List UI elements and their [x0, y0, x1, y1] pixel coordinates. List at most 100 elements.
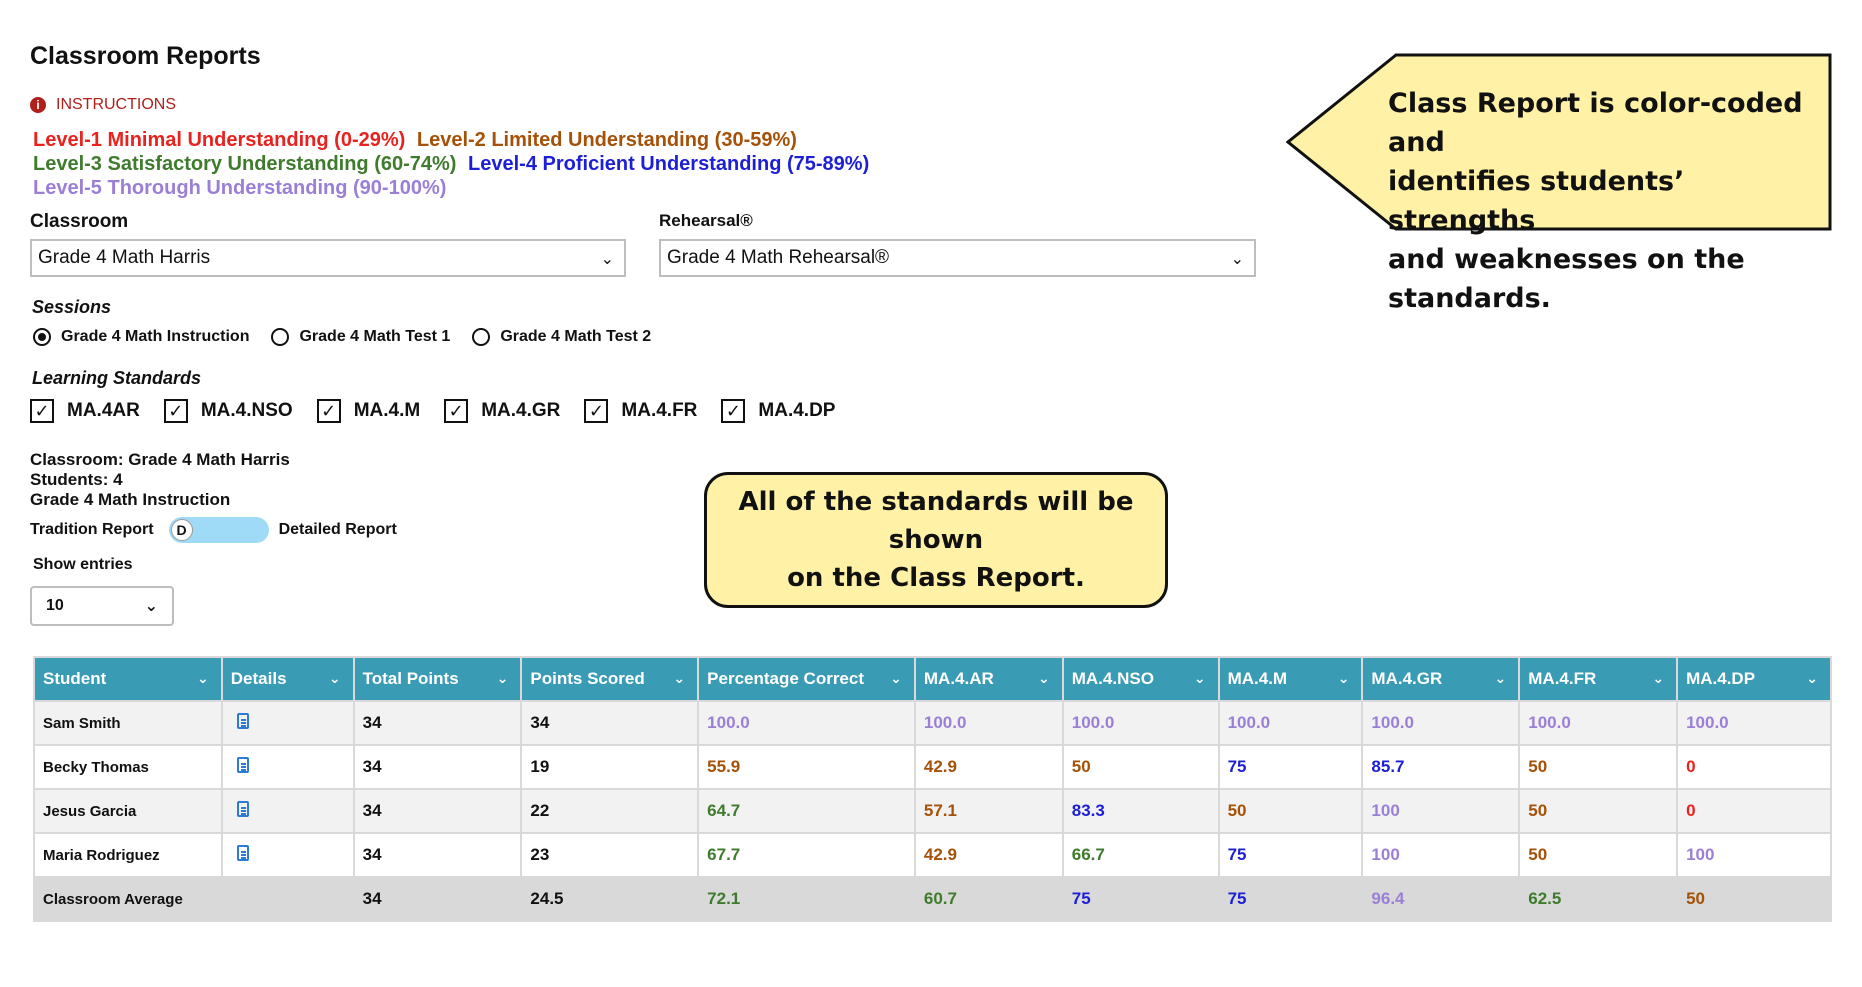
- session-option-test-2[interactable]: Grade 4 Math Test 2: [472, 328, 651, 346]
- checkbox-checked[interactable]: ✓: [163, 399, 188, 423]
- sessions-label: Sessions: [32, 297, 112, 317]
- top-callout-line: and weaknesses on the standards.: [1388, 244, 1745, 314]
- standard-checkbox-nso[interactable]: ✓ MA.4.NSO: [163, 399, 293, 423]
- classroom-select-value: Grade 4 Math Harris: [38, 247, 211, 268]
- standard-label: MA.4.GR: [481, 400, 561, 421]
- rehearsal-select[interactable]: Grade 4 Math Rehearsal® ⌄: [659, 239, 1256, 277]
- sort-chevron-icon[interactable]: ⌄: [1806, 670, 1818, 687]
- sessions-radio-group: Grade 4 Math Instruction Grade 4 Math Te…: [33, 328, 673, 346]
- standard-checkbox-dp[interactable]: ✓ MA.4.DP: [721, 399, 835, 423]
- total-points-cell: 34: [352, 700, 523, 746]
- column-header[interactable]: Points Scored ⌄: [520, 656, 700, 702]
- column-header-label: Student: [43, 669, 107, 688]
- sort-chevron-icon[interactable]: ⌄: [497, 670, 509, 687]
- top-callout-line: identifies students’ strengths: [1388, 166, 1685, 236]
- checkbox-checked[interactable]: ✓: [584, 399, 609, 423]
- score-cell: 85.7: [1361, 744, 1521, 790]
- checkbox-checked[interactable]: ✓: [316, 399, 341, 423]
- middle-callout: All of the standards will be shown on th…: [704, 472, 1168, 608]
- points-scored-cell: 23: [520, 832, 700, 878]
- standard-checkbox-gr[interactable]: ✓ MA.4.GR: [444, 399, 560, 423]
- column-header[interactable]: MA.4.M ⌄: [1217, 656, 1364, 702]
- points-scored-cell: 24.5: [520, 876, 700, 922]
- entries-select-value: 10: [46, 597, 64, 614]
- column-header[interactable]: MA.4.AR ⌄: [913, 656, 1064, 702]
- standard-label: MA.4.DP: [758, 400, 836, 421]
- score-cell: 75: [1217, 744, 1364, 790]
- column-header[interactable]: MA.4.FR ⌄: [1518, 656, 1679, 702]
- column-header[interactable]: MA.4.NSO ⌄: [1061, 656, 1220, 702]
- score-cell: 100.0: [1061, 700, 1220, 746]
- report-type-toggle[interactable]: D: [168, 517, 269, 543]
- standard-label: MA.4.FR: [621, 400, 698, 421]
- sort-chevron-icon[interactable]: ⌄: [329, 670, 341, 687]
- student-name: Jesus Garcia: [33, 788, 223, 834]
- sort-chevron-icon[interactable]: ⌄: [1652, 670, 1664, 687]
- score-cell: 100: [1361, 788, 1521, 834]
- score-cell: 96.4: [1361, 876, 1521, 922]
- score-cell: 42.9: [913, 744, 1064, 790]
- sort-chevron-icon[interactable]: ⌄: [1038, 670, 1050, 687]
- traditional-report-label: Tradition Report: [30, 521, 154, 538]
- rehearsal-label: Rehearsal®: [659, 211, 753, 230]
- score-cell: 50: [1518, 788, 1679, 834]
- learning-standards-label: Learning Standards: [32, 368, 202, 388]
- radio-unselected[interactable]: [271, 328, 290, 346]
- sort-chevron-icon[interactable]: ⌄: [1495, 670, 1507, 687]
- level-3-text: Level-3 Satisfactory Understanding (60-7…: [33, 153, 457, 175]
- level-5-text: Level-5 Thorough Understanding (90-100%): [33, 177, 447, 199]
- level-4-text: Level-4 Proficient Understanding (75-89%…: [468, 153, 870, 175]
- instructions-link[interactable]: i INSTRUCTIONS: [30, 96, 176, 114]
- standard-checkbox-ar[interactable]: ✓ MA.4AR: [30, 399, 140, 423]
- classroom-select[interactable]: Grade 4 Math Harris ⌄: [30, 239, 626, 277]
- document-icon[interactable]: [236, 844, 249, 861]
- sort-chevron-icon[interactable]: ⌄: [1338, 670, 1350, 687]
- sort-chevron-icon[interactable]: ⌄: [673, 670, 685, 687]
- checkbox-checked[interactable]: ✓: [444, 399, 469, 423]
- score-cell: 100.0: [1361, 700, 1521, 746]
- score-cell: 60.7: [913, 876, 1064, 922]
- session-option-test-1[interactable]: Grade 4 Math Test 1: [271, 328, 450, 346]
- score-cell: 50: [1676, 876, 1832, 922]
- column-header-label: Points Scored: [530, 669, 645, 688]
- standard-checkbox-m[interactable]: ✓ MA.4.M: [316, 399, 420, 423]
- column-header[interactable]: Total Points ⌄: [352, 656, 523, 702]
- total-points-cell: 34: [352, 832, 523, 878]
- chevron-down-icon: ⌄: [600, 251, 614, 268]
- instructions-label: INSTRUCTIONS: [56, 96, 176, 113]
- score-cell: 100: [1361, 832, 1521, 878]
- document-icon[interactable]: [236, 800, 249, 817]
- score-cell: 100.0: [1518, 700, 1679, 746]
- sort-chevron-icon[interactable]: ⌄: [1194, 670, 1206, 687]
- chevron-down-icon: ⌄: [1230, 251, 1244, 268]
- sort-chevron-icon[interactable]: ⌄: [197, 670, 209, 687]
- level-1-text: Level-1 Minimal Understanding (0-29%): [33, 129, 406, 151]
- middle-callout-line: All of the standards will be shown: [738, 487, 1134, 555]
- column-header-label: MA.4.NSO: [1071, 669, 1154, 688]
- radio-selected[interactable]: [33, 328, 51, 346]
- sort-chevron-icon[interactable]: ⌄: [890, 670, 902, 687]
- entries-select[interactable]: 10 ⌄: [30, 586, 174, 626]
- document-icon[interactable]: [236, 756, 249, 773]
- toggle-knob[interactable]: D: [170, 519, 193, 541]
- score-cell: 62.5: [1518, 876, 1679, 922]
- session-option-instruction[interactable]: Grade 4 Math Instruction: [33, 328, 249, 346]
- column-header[interactable]: Percentage Correct ⌄: [697, 656, 916, 702]
- document-icon[interactable]: [236, 712, 249, 729]
- column-header[interactable]: Student ⌄: [33, 656, 223, 702]
- score-cell: 72.1: [697, 876, 916, 922]
- checkbox-checked[interactable]: ✓: [30, 399, 54, 423]
- column-header[interactable]: MA.4.DP ⌄: [1676, 656, 1832, 702]
- score-cell: 67.7: [697, 832, 916, 878]
- column-header[interactable]: Details ⌄: [220, 656, 355, 702]
- table-row: Sam Smith 34 34 100.0 100.0 100.0 100.0 100.0 10…: [33, 700, 1832, 746]
- score-cell: 66.7: [1061, 832, 1220, 878]
- total-points-cell: 34: [352, 744, 523, 790]
- standard-label: MA.4.NSO: [200, 400, 293, 421]
- checkbox-checked[interactable]: ✓: [721, 399, 746, 423]
- details-cell: [220, 744, 355, 790]
- standard-checkbox-fr[interactable]: ✓ MA.4.FR: [584, 399, 697, 423]
- column-header[interactable]: MA.4.GR ⌄: [1361, 656, 1521, 702]
- score-cell: 64.7: [697, 788, 916, 834]
- radio-unselected[interactable]: [472, 328, 491, 346]
